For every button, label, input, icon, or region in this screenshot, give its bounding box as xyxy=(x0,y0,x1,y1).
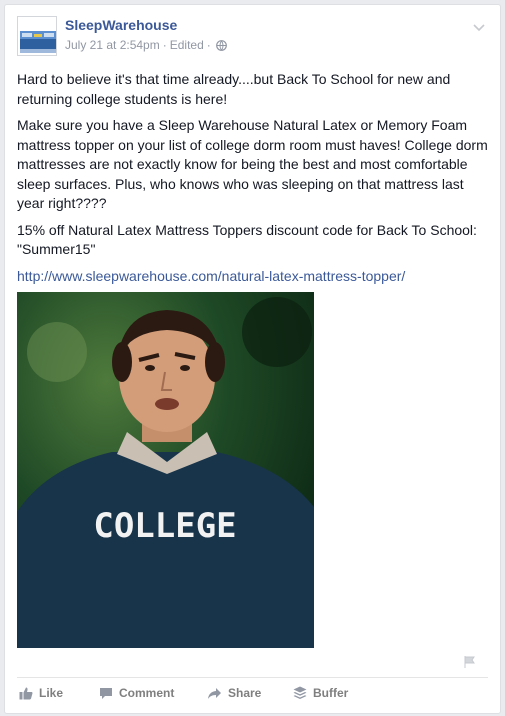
edited-label[interactable]: Edited xyxy=(170,38,204,52)
flag-icon[interactable] xyxy=(463,655,477,669)
buffer-button[interactable]: Buffer xyxy=(293,686,348,700)
post-body: Hard to believe it's that time already..… xyxy=(17,70,488,293)
post-meta: July 21 at 2:54pm · Edited · xyxy=(65,38,227,54)
buffer-label: Buffer xyxy=(313,686,349,700)
page-avatar[interactable] xyxy=(17,16,57,56)
post-card: SleepWarehouse July 21 at 2:54pm · Edited ·… xyxy=(4,4,501,714)
actions-divider xyxy=(17,677,488,678)
separator-dot: · xyxy=(162,38,167,52)
comment-label: Comment xyxy=(119,686,175,700)
separator-dot: · xyxy=(206,38,211,52)
like-label: Like xyxy=(39,686,64,700)
post-paragraph: 15% off Natural Latex Mattress Toppers d… xyxy=(17,221,477,258)
post-photo[interactable]: COLLEGE xyxy=(17,292,314,648)
chevron-down-icon[interactable] xyxy=(472,22,486,32)
like-button[interactable]: Like xyxy=(19,686,63,700)
thumbs-up-icon xyxy=(19,687,33,700)
post-timestamp[interactable]: July 21 at 2:54pm xyxy=(65,38,160,52)
college-sweatshirt-photo: COLLEGE xyxy=(17,292,314,648)
sweatshirt-text: COLLEGE xyxy=(93,506,236,546)
post-paragraph: Hard to believe it's that time already..… xyxy=(17,71,451,107)
post-link[interactable]: http://www.sleepwarehouse.com/natural-la… xyxy=(17,268,405,284)
post-paragraph: Make sure you have a Sleep Warehouse Nat… xyxy=(17,117,488,211)
page-name-link[interactable]: SleepWarehouse xyxy=(65,17,177,33)
globe-icon[interactable] xyxy=(215,40,227,54)
share-arrow-icon xyxy=(208,687,221,699)
buffer-stack-icon xyxy=(293,686,307,699)
post-header: SleepWarehouse July 21 at 2:54pm · Edited · xyxy=(17,16,488,60)
sleepwarehouse-logo-icon xyxy=(18,17,56,55)
comment-icon xyxy=(100,687,112,699)
share-button[interactable]: Share xyxy=(207,686,261,700)
comment-button[interactable]: Comment xyxy=(99,686,174,700)
share-label: Share xyxy=(228,686,262,700)
